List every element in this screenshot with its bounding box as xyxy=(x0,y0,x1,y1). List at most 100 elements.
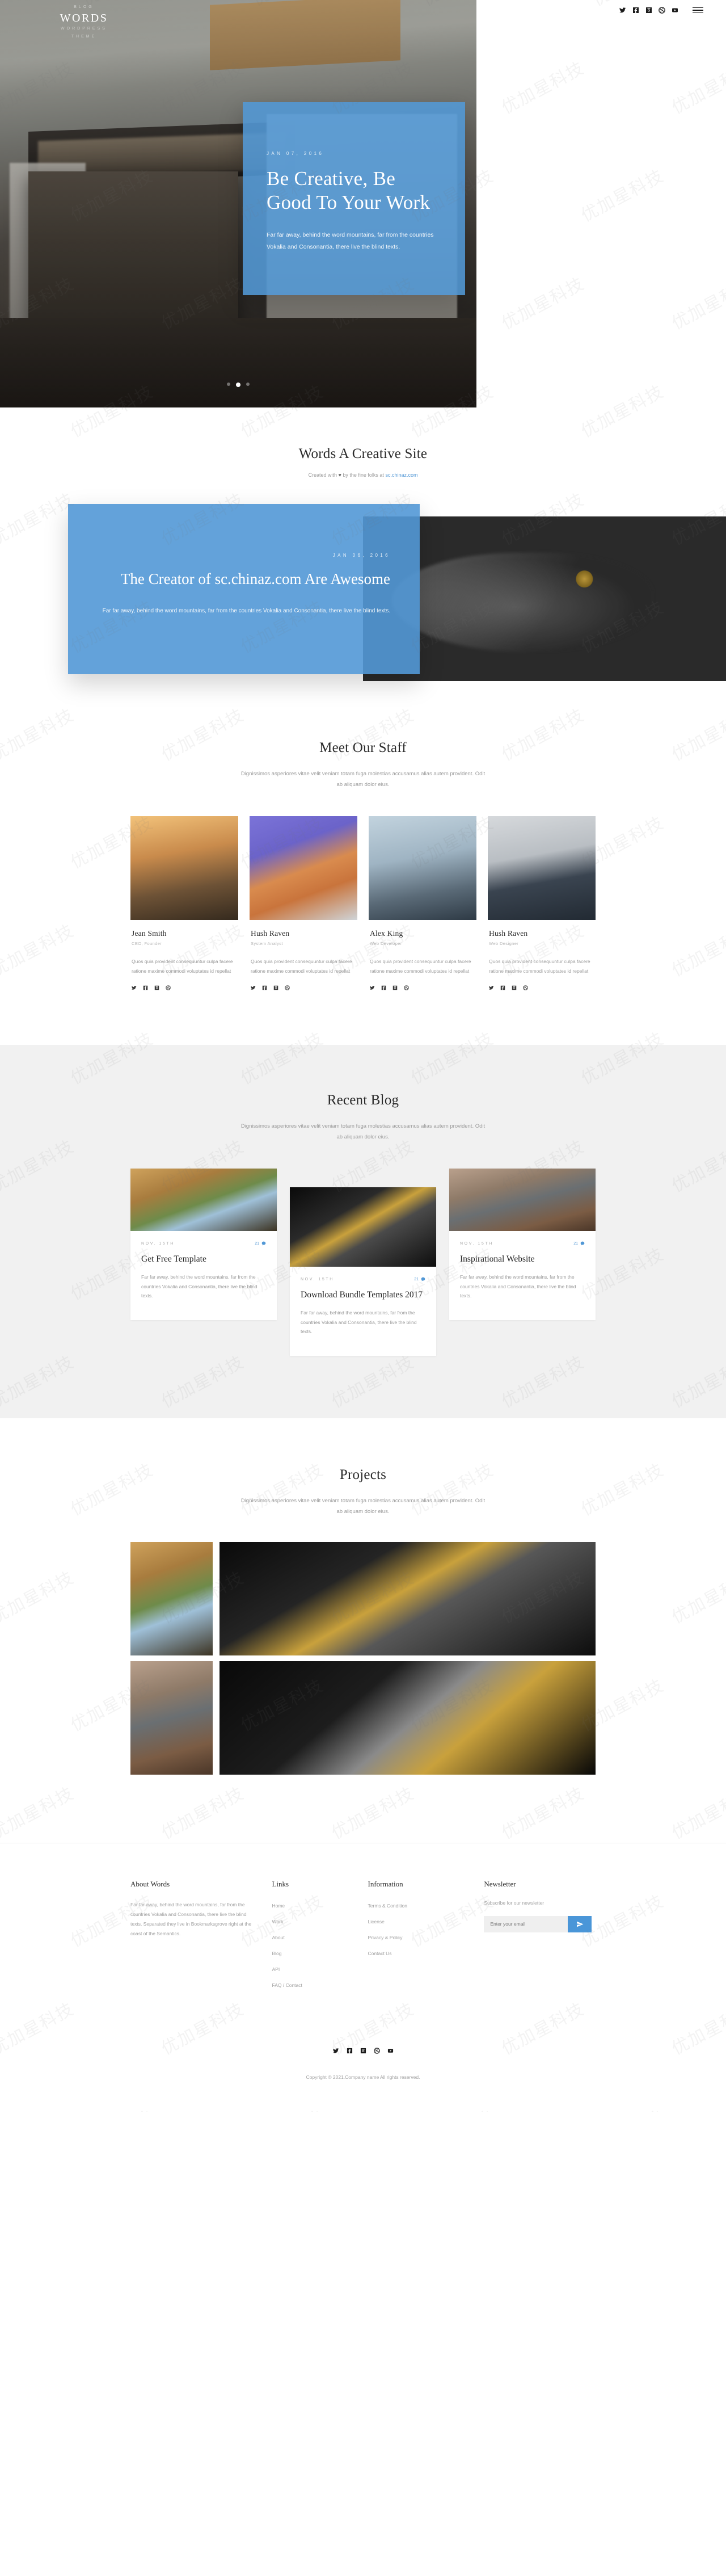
footer-link-privacy[interactable]: Privacy & Policy xyxy=(368,1935,403,1940)
staff-role: Web Developer xyxy=(370,941,402,946)
blog-meta: NOV. 15TH 21 xyxy=(460,1241,585,1246)
project-item-wood-sculpture[interactable] xyxy=(130,1541,213,1655)
logo-sub-label-1: WORDPRESS xyxy=(61,27,107,31)
footer-social-twitter[interactable] xyxy=(332,2048,339,2054)
blog-post-title: Get Free Template xyxy=(141,1254,206,1264)
staff-social-facebook[interactable] xyxy=(143,985,148,990)
blog-meta: NOV. 15TH 21 xyxy=(141,1241,266,1246)
staff-social-twitter[interactable] xyxy=(132,985,137,990)
footer-social-youtube[interactable] xyxy=(387,2048,394,2054)
intro-heading-block: Words A Creative Site xyxy=(0,446,726,462)
twitter-icon xyxy=(489,986,494,990)
footer-link-license[interactable]: License xyxy=(368,1919,385,1924)
staff-card-body: Hush Raven System Analyst Quos quia prov… xyxy=(250,920,357,990)
footer-link-blog[interactable]: Blog xyxy=(272,1951,281,1956)
staff-photo xyxy=(369,816,476,920)
social-link-youtube[interactable] xyxy=(672,7,678,14)
comment-icon xyxy=(261,1241,266,1246)
staff-social-twitter[interactable] xyxy=(370,985,375,990)
blog-comment-count[interactable]: 21 xyxy=(414,1277,425,1281)
social-link-facebook[interactable] xyxy=(632,7,639,14)
staff-role: CEO, Founder xyxy=(132,941,162,946)
list-item: About xyxy=(272,1932,353,1942)
footer-col-information: Information Terms & Condition License Pr… xyxy=(368,1880,470,1995)
burger-bar-1 xyxy=(693,7,703,9)
list-item: Terms & Condition xyxy=(368,1900,470,1910)
social-link-instagram[interactable] xyxy=(645,7,652,14)
footer-link-about[interactable]: About xyxy=(272,1935,284,1940)
blog-date: NOV. 15TH xyxy=(301,1277,334,1281)
project-item-engraving-goldbar[interactable] xyxy=(220,1661,596,1775)
creator-title: The Creator of sc.chinaz.com Are Awesome xyxy=(120,570,390,587)
blog-subtitle: Dignissimos asperiores vitae velit venia… xyxy=(240,1123,486,1140)
social-link-twitter[interactable] xyxy=(619,7,626,14)
staff-social-facebook[interactable] xyxy=(262,985,267,990)
staff-photo xyxy=(250,816,357,920)
staff-photo xyxy=(130,816,238,920)
staff-social-instagram[interactable] xyxy=(392,985,398,990)
footer-about-text: Far far away, behind the word mountains,… xyxy=(130,1901,252,1936)
logo-main-label: WORDS xyxy=(60,12,108,24)
staff-card[interactable]: Alex King Web Developer Quos quia provid… xyxy=(369,816,476,990)
blog-post-title: Inspirational Website xyxy=(460,1254,535,1264)
staff-social-links xyxy=(370,985,475,990)
logo-top-label: BLOG xyxy=(74,5,94,9)
staff-card[interactable]: Hush Raven System Analyst Quos quia prov… xyxy=(250,816,357,990)
staff-social-dribbble[interactable] xyxy=(523,985,528,990)
menu-toggle-button[interactable] xyxy=(693,7,703,14)
newsletter-email-input[interactable] xyxy=(484,1915,568,1932)
slider-dot-2-active[interactable] xyxy=(236,383,240,387)
blog-heading-block: Recent Blog Dignissimos asperiores vitae… xyxy=(0,1092,726,1142)
staff-card-body: Jean Smith CEO, Founder Quos quia provid… xyxy=(130,920,238,990)
footer-social-instagram[interactable] xyxy=(360,2048,366,2054)
dribbble-icon xyxy=(285,985,290,990)
staff-social-links xyxy=(132,985,237,990)
footer-link-api[interactable]: API xyxy=(272,1966,280,1972)
burger-bar-2 xyxy=(693,10,703,11)
footer-social-dribbble[interactable] xyxy=(373,2047,380,2054)
project-item-goldsmith-hammer[interactable] xyxy=(220,1541,596,1655)
staff-social-facebook[interactable] xyxy=(500,985,505,990)
footer-links-list: Home Work About Blog API FAQ / Contact xyxy=(272,1900,353,1990)
staff-social-twitter[interactable] xyxy=(489,985,494,990)
project-item-motorcycle-forest[interactable] xyxy=(130,1661,213,1775)
footer-link-terms[interactable]: Terms & Condition xyxy=(368,1903,407,1909)
newsletter-submit-button[interactable] xyxy=(568,1915,592,1932)
footer-social-facebook[interactable] xyxy=(347,2048,353,2054)
staff-card[interactable]: Jean Smith CEO, Founder Quos quia provid… xyxy=(130,816,238,990)
staff-social-instagram[interactable] xyxy=(273,985,278,990)
staff-card-body: Hush Raven Web Designer Quos quia provid… xyxy=(488,920,596,990)
blog-card[interactable]: NOV. 15TH 21 Inspirational Website Far f… xyxy=(449,1169,596,1320)
staff-social-twitter[interactable] xyxy=(251,985,256,990)
footer-link-work[interactable]: Work xyxy=(272,1919,283,1924)
site-logo[interactable]: BLOG WORDS WORDPRESS THEME xyxy=(50,3,118,41)
staff-card[interactable]: Hush Raven Web Designer Quos quia provid… xyxy=(488,816,596,990)
blog-card[interactable]: NOV. 15TH 21 Get Free Template Far far a… xyxy=(130,1169,277,1320)
slider-dot-1[interactable] xyxy=(227,383,230,386)
staff-section: Meet Our Staff Dignissimos asperiores vi… xyxy=(0,691,726,1045)
blog-grid: NOV. 15TH 21 Get Free Template Far far a… xyxy=(130,1169,596,1356)
staff-social-dribbble[interactable] xyxy=(285,985,290,990)
youtube-icon xyxy=(387,2048,393,2053)
footer-link-home[interactable]: Home xyxy=(272,1903,285,1909)
staff-description: Quos quia provident consequuntur culpa f… xyxy=(489,959,590,974)
footer-link-faq-contact[interactable]: FAQ / Contact xyxy=(272,1982,302,1988)
footer-link-contact-us[interactable]: Contact Us xyxy=(368,1951,392,1956)
blog-comment-count[interactable]: 21 xyxy=(255,1241,266,1246)
staff-social-instagram[interactable] xyxy=(154,985,159,990)
credit-prefix: Created with xyxy=(308,472,339,478)
social-link-dribbble[interactable] xyxy=(659,7,665,14)
credit-link[interactable]: sc.chinaz.com xyxy=(385,472,417,478)
staff-social-instagram[interactable] xyxy=(512,985,517,990)
blog-card[interactable]: NOV. 15TH 21 Download Bundle Templates 2… xyxy=(290,1187,436,1356)
staff-social-dribbble[interactable] xyxy=(166,985,171,990)
blog-comment-count[interactable]: 21 xyxy=(573,1241,585,1246)
slider-dot-3[interactable] xyxy=(246,383,250,386)
blog-thumbnail xyxy=(449,1169,596,1231)
staff-social-dribbble[interactable] xyxy=(404,985,409,990)
dribbble-icon xyxy=(373,2047,380,2054)
creator-description: Far far away, behind the word mountains,… xyxy=(102,608,390,614)
slider-pagination[interactable] xyxy=(0,383,476,387)
blog-card-body: NOV. 15TH 21 Get Free Template Far far a… xyxy=(130,1231,277,1320)
staff-social-facebook[interactable] xyxy=(381,985,386,990)
